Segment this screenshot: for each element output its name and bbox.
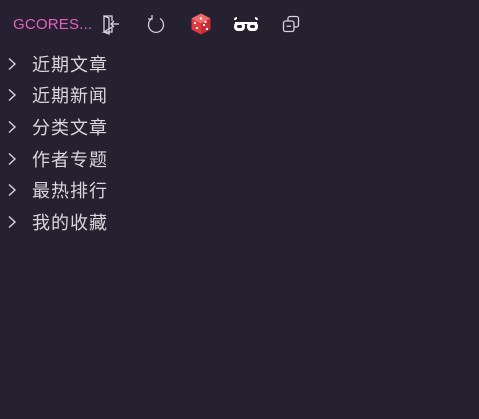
menu-item-my-favorites[interactable]: 我的收藏 (0, 206, 479, 238)
chevron-right-icon (5, 88, 19, 102)
random-button[interactable] (187, 10, 215, 38)
toolbar: GCORES... (0, 0, 479, 48)
app-title: GCORES... (13, 15, 93, 33)
menu-item-label: 近期文章 (32, 54, 108, 76)
menu-item-hot-ranking[interactable]: 最热排行 (0, 174, 479, 206)
glasses-button[interactable] (232, 10, 260, 38)
menu-item-recent-articles[interactable]: 近期文章 (0, 48, 479, 80)
menu-item-label: 分类文章 (32, 117, 108, 139)
sign-out-icon (100, 13, 122, 35)
chevron-right-icon (5, 183, 19, 197)
menu-item-author-topics[interactable]: 作者专题 (0, 143, 479, 175)
collapse-all-icon (281, 14, 301, 34)
menu-item-label: 作者专题 (32, 149, 108, 171)
chevron-right-icon (5, 57, 19, 71)
glasses-icon (233, 13, 259, 35)
menu-item-label: 近期新闻 (32, 86, 108, 108)
menu-item-label: 我的收藏 (32, 212, 108, 234)
menu-item-category-articles[interactable]: 分类文章 (0, 111, 479, 143)
menu-item-recent-news[interactable]: 近期新闻 (0, 80, 479, 112)
chevron-right-icon (5, 215, 19, 229)
dice-icon (189, 12, 213, 36)
refresh-icon (145, 13, 167, 35)
sign-out-button[interactable] (97, 10, 125, 38)
menu-item-label: 最热排行 (32, 181, 108, 203)
collapse-all-button[interactable] (277, 10, 305, 38)
menu-list: 近期文章 近期新闻 分类文章 作者专题 最热排行 我的收藏 (0, 48, 479, 238)
app-window: GCORES... 近期文章 近期新闻 分类文章 作者专题 最热排行 我的收藏 (0, 0, 479, 419)
refresh-button[interactable] (142, 10, 170, 38)
chevron-right-icon (5, 120, 19, 134)
chevron-right-icon (5, 152, 19, 166)
